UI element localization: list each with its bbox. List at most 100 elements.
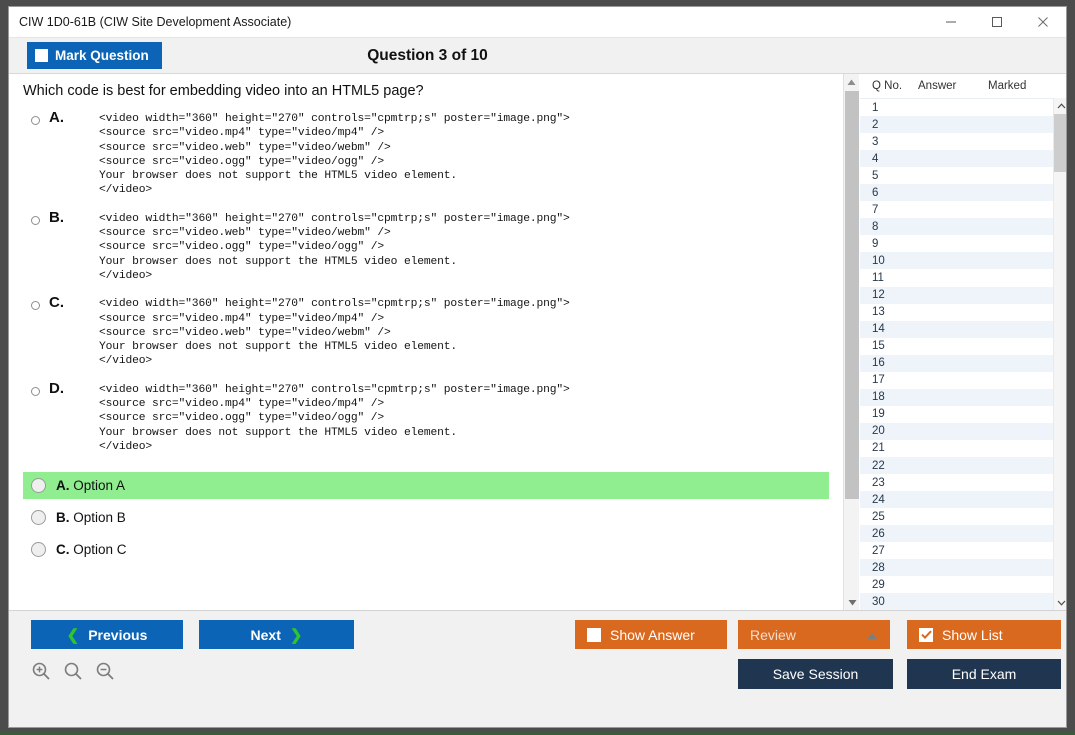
question-list-row[interactable]: 29	[860, 576, 1067, 593]
question-list-panel: Q No. Answer Marked 12345678910111213141…	[860, 74, 1067, 610]
column-header-answer: Answer	[918, 80, 988, 92]
close-button[interactable]	[1020, 7, 1066, 37]
scrollbar-thumb[interactable]	[845, 91, 859, 499]
answer-option-row[interactable]: C. Option C	[23, 536, 829, 563]
question-pane-scrollbar[interactable]	[843, 74, 859, 610]
choice-code: <video width="360" height="270" controls…	[99, 297, 842, 368]
question-list-row[interactable]: 22	[860, 457, 1067, 474]
show-list-button[interactable]: Show List	[907, 620, 1061, 649]
question-list-scrollbar[interactable]	[1053, 98, 1067, 610]
choice-radio[interactable]	[31, 387, 40, 396]
question-list-row[interactable]: 11	[860, 269, 1067, 286]
question-list-row[interactable]: 18	[860, 389, 1067, 406]
list-cell-no: 7	[860, 204, 918, 216]
choice-block[interactable]: A.<video width="360" height="270" contro…	[9, 112, 842, 198]
window-controls	[928, 7, 1066, 37]
list-scrollbar-thumb[interactable]	[1054, 114, 1067, 172]
question-counter: Question 3 of 10	[8, 47, 1066, 65]
question-list-row[interactable]: 24	[860, 491, 1067, 508]
scroll-down-arrow-icon[interactable]	[844, 594, 860, 610]
answer-radio[interactable]	[31, 510, 46, 525]
question-list-row[interactable]: 4	[860, 150, 1067, 167]
desktop-strip	[0, 731, 1075, 735]
list-cell-no: 10	[860, 255, 918, 267]
previous-label: Previous	[88, 627, 147, 643]
question-list-row[interactable]: 20	[860, 423, 1067, 440]
show-answer-button[interactable]: Show Answer	[575, 620, 727, 649]
question-list-row[interactable]: 17	[860, 372, 1067, 389]
question-list-rows: 1234567891011121314151617181920212223242…	[860, 98, 1067, 610]
previous-button[interactable]: ❮ Previous	[31, 620, 183, 649]
show-answer-label: Show Answer	[610, 627, 695, 643]
next-label: Next	[251, 627, 281, 643]
question-list-row[interactable]: 23	[860, 474, 1067, 491]
list-cell-no: 29	[860, 579, 918, 591]
list-cell-no: 24	[860, 494, 918, 506]
next-button[interactable]: Next ❯	[199, 620, 354, 649]
review-label: Review	[750, 627, 796, 643]
zoom-in-icon[interactable]	[31, 661, 51, 681]
choice-block[interactable]: C. <video width="360" height="270" contro…	[9, 297, 842, 368]
column-header-q-no: Q No.	[860, 80, 918, 92]
question-list-row[interactable]: 2	[860, 116, 1067, 133]
chevron-right-icon: ❯	[290, 626, 303, 644]
show-list-label: Show List	[942, 627, 1003, 643]
scroll-up-arrow-icon[interactable]	[844, 74, 859, 90]
answer-radio[interactable]	[31, 478, 46, 493]
choice-block[interactable]: D.<video width="360" height="270" contro…	[9, 383, 842, 454]
footer-toolbar: ❮ Previous Next ❯	[9, 610, 1066, 727]
answer-option-text: Option C	[73, 542, 126, 557]
answer-radio[interactable]	[31, 542, 46, 557]
answer-option-letter: C.	[56, 542, 70, 557]
maximize-button[interactable]	[974, 7, 1020, 37]
question-list-row[interactable]: 8	[860, 218, 1067, 235]
choice-radio[interactable]	[31, 301, 40, 310]
question-list-row[interactable]: 14	[860, 321, 1067, 338]
choice-code: <video width="360" height="270" controls…	[99, 112, 842, 198]
question-list-row[interactable]: 21	[860, 440, 1067, 457]
question-list-row[interactable]: 27	[860, 542, 1067, 559]
question-list-row[interactable]: 30	[860, 593, 1067, 610]
choice-radio[interactable]	[31, 216, 40, 225]
list-cell-no: 2	[860, 119, 918, 131]
answer-option-label: A. Option A	[56, 478, 125, 493]
answer-option-row[interactable]: A. Option A	[23, 472, 829, 499]
question-list-row[interactable]: 12	[860, 287, 1067, 304]
question-list-row[interactable]: 5	[860, 167, 1067, 184]
question-list-row[interactable]: 10	[860, 252, 1067, 269]
minimize-button[interactable]	[928, 7, 974, 37]
list-cell-no: 23	[860, 477, 918, 489]
review-dropdown[interactable]: Review	[738, 620, 890, 649]
header-band: Mark Question Question 3 of 10	[9, 38, 1066, 74]
list-cell-no: 26	[860, 528, 918, 540]
save-session-button[interactable]: Save Session	[738, 659, 893, 689]
list-cell-no: 1	[860, 102, 918, 114]
list-scroll-down-icon[interactable]	[1054, 595, 1067, 610]
list-cell-no: 21	[860, 442, 918, 454]
question-list-row[interactable]: 16	[860, 355, 1067, 372]
question-list-row[interactable]: 7	[860, 201, 1067, 218]
zoom-out-icon[interactable]	[95, 661, 115, 681]
end-exam-label: End Exam	[952, 666, 1017, 682]
list-cell-no: 15	[860, 340, 918, 352]
question-list-row[interactable]: 25	[860, 508, 1067, 525]
question-list-row[interactable]: 9	[860, 235, 1067, 252]
question-list-row[interactable]: 19	[860, 406, 1067, 423]
question-list-row[interactable]: 13	[860, 304, 1067, 321]
question-list-row[interactable]: 3	[860, 133, 1067, 150]
list-cell-no: 28	[860, 562, 918, 574]
end-exam-button[interactable]: End Exam	[907, 659, 1061, 689]
question-list-row[interactable]: 6	[860, 184, 1067, 201]
question-list-row[interactable]: 15	[860, 338, 1067, 355]
list-scroll-up-icon[interactable]	[1054, 98, 1067, 113]
question-list-row[interactable]: 28	[860, 559, 1067, 576]
list-cell-no: 16	[860, 357, 918, 369]
answer-option-row[interactable]: B. Option B	[23, 504, 829, 531]
question-list-row[interactable]: 26	[860, 525, 1067, 542]
choice-block[interactable]: B.<video width="360" height="270" contro…	[9, 212, 842, 283]
list-cell-no: 6	[860, 187, 918, 199]
question-list-row[interactable]: 1	[860, 99, 1067, 116]
choice-letter: C.	[49, 294, 64, 311]
zoom-reset-icon[interactable]	[63, 661, 83, 681]
choice-radio[interactable]	[31, 116, 40, 125]
